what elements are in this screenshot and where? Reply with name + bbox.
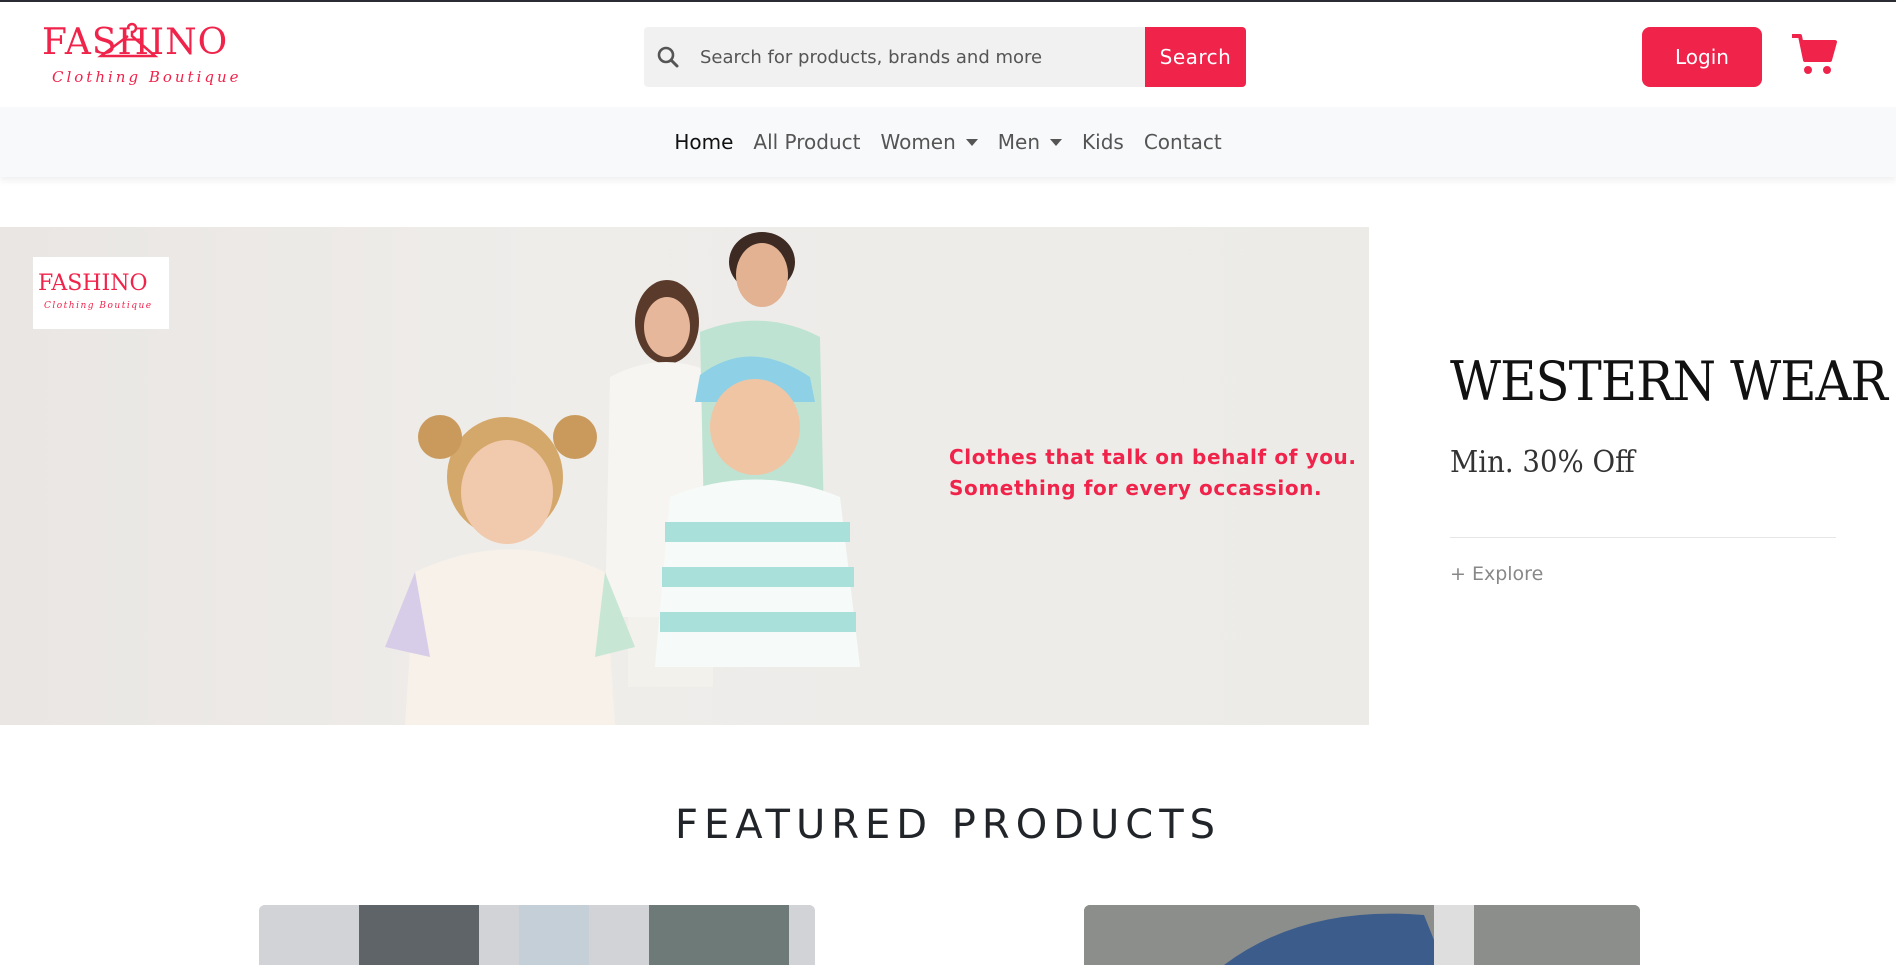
site-header: FASHINO Clothing Boutique Search Login [0, 2, 1896, 107]
hero-tagline-line1: Clothes that talk on behalf of you. [949, 445, 1357, 469]
nav-contact[interactable]: Contact [1134, 130, 1232, 154]
product-image [259, 905, 815, 965]
product-image [1084, 905, 1640, 965]
nav-women-dropdown[interactable]: Women [870, 130, 987, 154]
logo-subtitle: Clothing Boutique [52, 68, 242, 86]
promo-divider [1450, 537, 1836, 538]
search-icon [657, 46, 679, 68]
product-card[interactable] [1084, 905, 1640, 965]
nav-men-label: Men [997, 130, 1041, 154]
hero-logo-subtitle: Clothing Boutique [44, 301, 153, 311]
search-button[interactable]: Search [1145, 27, 1246, 87]
main-navigation: Home All Product Women Men Kids Contact [0, 107, 1896, 177]
nav-men-dropdown[interactable]: Men [988, 130, 1072, 154]
brand-logo[interactable]: FASHINO Clothing Boutique [42, 22, 242, 92]
login-button[interactable]: Login [1642, 27, 1762, 87]
nav-all-product[interactable]: All Product [743, 130, 870, 154]
caret-down-icon [965, 138, 978, 146]
nav-all-product-label: All Product [753, 130, 861, 154]
promo-subtitle: Min. 30% Off [1450, 445, 1635, 480]
search-input[interactable] [700, 27, 1200, 87]
explore-link[interactable]: + Explore [1450, 563, 1543, 585]
hanger-icon [97, 22, 159, 58]
nav-kids-label: Kids [1082, 130, 1124, 154]
promo-title: WESTERN WEAR [1450, 350, 1888, 413]
hero-banner[interactable]: FASHINO Clothing Boutique Clothes that t… [0, 227, 1369, 725]
hero-tagline-line2: Something for every occassion. [949, 476, 1323, 500]
hero-tagline: Clothes that talk on behalf of you. Some… [949, 442, 1357, 504]
cart-icon[interactable] [1790, 32, 1838, 78]
nav-home-label: Home [674, 130, 734, 154]
nav-contact-label: Contact [1143, 130, 1222, 154]
nav-kids[interactable]: Kids [1072, 130, 1134, 154]
hero-logo: FASHINO Clothing Boutique [33, 257, 169, 329]
featured-products-heading: FEATURED PRODUCTS [674, 802, 1222, 848]
nav-home[interactable]: Home [664, 130, 743, 154]
caret-down-icon [1050, 138, 1063, 146]
hero-logo-text: FASHINO [38, 271, 148, 296]
product-card[interactable] [259, 905, 815, 965]
family-photo [385, 232, 860, 725]
nav-women-label: Women [880, 130, 956, 154]
